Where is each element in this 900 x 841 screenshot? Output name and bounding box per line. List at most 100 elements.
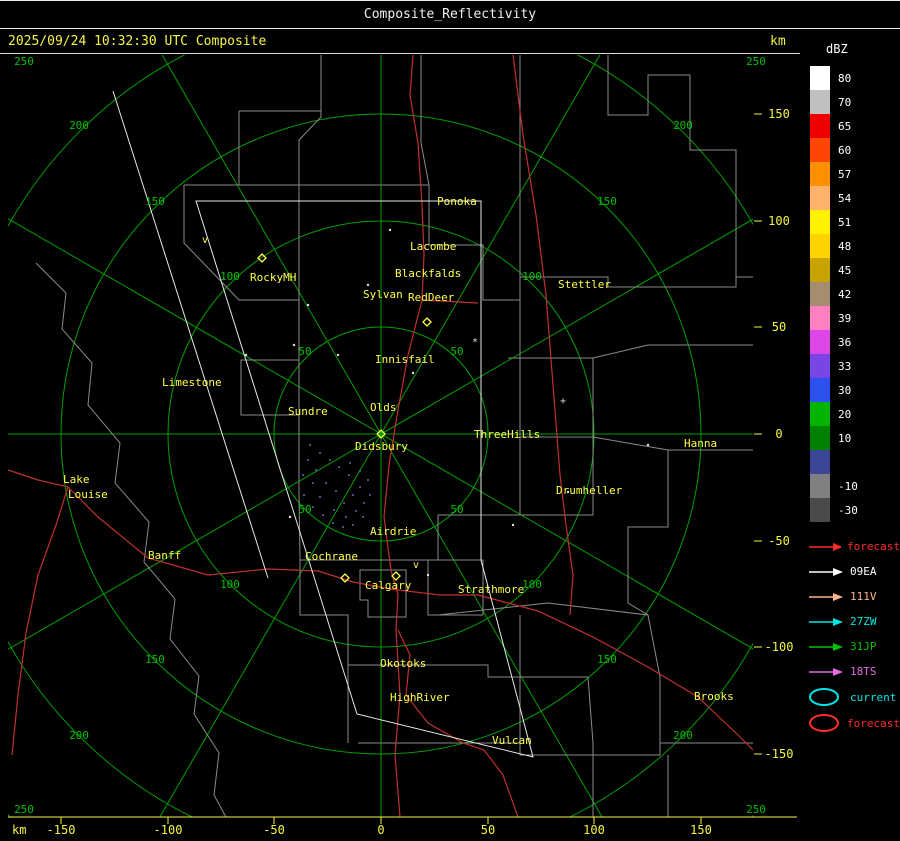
echo-dot [369,494,371,496]
colorbar-value-label: 70 [838,95,852,109]
town-dot [366,283,370,287]
colorbar-swatch [810,378,830,402]
status-bar: 2025/09/24 10:32:30 UTC Composite km [0,30,800,54]
town-dot [244,353,248,357]
radar-app-window: { "window": { "title": "Composite_Reflec… [0,0,900,841]
track-arrow-icon [809,542,842,551]
colorbar-row: 65 [800,114,900,138]
place-label: Ponoka [437,195,477,208]
range-ring-label: 200 [673,729,693,742]
colorbar-swatch [810,474,830,498]
right-axis-label: 150 [768,107,790,121]
place-label: Banff [148,549,181,562]
right-axis-label: 0 [775,427,782,441]
colorbar-swatch [810,402,830,426]
window-title-bar: Composite_Reflectivity [0,0,900,29]
echo-dot [342,526,344,528]
range-ring-label: 200 [673,119,693,132]
echo-dot [338,466,340,468]
colorbar-row: 54 [800,186,900,210]
colorbar-value-label: -30 [838,503,858,517]
echo-dot [322,514,324,516]
colorbar-swatch [810,282,830,306]
place-label: Drumheller [556,484,623,497]
colorbar-value-label: 57 [838,167,852,181]
colorbar-row: -10 [800,474,900,498]
bottom-axis-label: 50 [481,823,495,837]
echo-dot [329,459,331,461]
legend-track-row: forecast [800,534,900,559]
bottom-axis-label: 100 [583,823,605,837]
colorbar-swatch [810,138,830,162]
precip-echo-dots [302,444,371,528]
echo-dot [309,444,311,446]
echo-dot [363,502,365,504]
echo-dot [352,494,354,496]
legend-track-row: 09EA [800,559,900,584]
colorbar-value-label: 45 [838,263,852,277]
range-ring-label: 250 [14,55,34,68]
colorbar-row: 70 [800,90,900,114]
place-label: HighRiver [390,691,450,704]
range-ring-label: 250 [14,803,34,816]
v-marker: v [202,235,208,246]
colorbar-row: 48 [800,234,900,258]
radar-map-canvas[interactable]: v v 50 100 150 200 250 50 100 150 200 250 50 100 150 2… [8,55,798,841]
range-ring-label: 50 [450,345,463,358]
legend-ellipse-label: current [850,690,897,704]
colorbar-swatch [810,426,830,450]
place-label: Sundre [288,405,328,418]
right-axis-label: -150 [765,747,794,761]
colorbar-value-label: 30 [838,383,852,397]
bottom-axis: -150 -100 -50 0 50 100 150 km [12,817,712,837]
track-arrow-icon [809,592,843,601]
place-label: Hanna [684,437,717,450]
range-ring-label: 100 [220,270,240,283]
range-ring-label: 150 [145,195,165,208]
bottom-axis-label: -150 [47,823,76,837]
legend-track-label: 31JP [850,640,877,653]
track-arrow-icon [809,617,843,626]
bottom-axis-label: -100 [154,823,183,837]
right-axis-label: 100 [768,214,790,228]
legend-track-row: 31JP [800,634,900,659]
storm-ellipse-icon [809,714,839,732]
echo-dot [359,470,361,472]
town-dot [388,228,392,232]
track-legend: forecast 09EA 111V 27ZW 31JP 18TS current fore… [800,534,900,736]
echo-dot [319,496,321,498]
colorbar-row: 57 [800,162,900,186]
place-label: ThreeHills [474,428,540,441]
echo-dot [345,516,347,518]
track-arrow-icon [809,667,843,676]
colorbar-row: 80 [800,66,900,90]
echo-dot [319,452,321,454]
range-ring-label: 50 [298,503,311,516]
colorbar-swatch [810,66,830,90]
echo-dot [348,474,350,476]
range-ring-label: 250 [746,55,766,68]
right-axis: 150 100 50 0 -50 -100 -150 [754,107,793,761]
town-dot [336,353,340,357]
echo-dot [343,502,345,504]
echo-dot [312,506,314,508]
colorbar-value-label: 48 [838,239,852,253]
legend-track-row: 27ZW [800,609,900,634]
radar-site-marker [422,317,432,327]
colorbar-value-label: 60 [838,143,852,157]
colorbar-row: 33 [800,354,900,378]
range-ring-label: 200 [69,729,89,742]
legend-ellipse-row: current [800,684,900,710]
place-label: Lacombe [410,240,456,253]
colorbar-swatch [810,210,830,234]
colorbar-swatch [810,450,830,474]
side-panel: dBZ 80 70 65 60 57 54 51 48 45 42 39 36 33 30 20 10 -10 -… [800,30,900,841]
echo-dot [367,479,369,481]
echo-dot [352,524,354,526]
colorbar-value-label: 54 [838,191,852,205]
echo-dot [325,482,327,484]
colorbar-swatch [810,330,830,354]
colorbar-value-label: 42 [838,287,852,301]
colorbar-swatch [810,306,830,330]
echo-dot [335,490,337,492]
